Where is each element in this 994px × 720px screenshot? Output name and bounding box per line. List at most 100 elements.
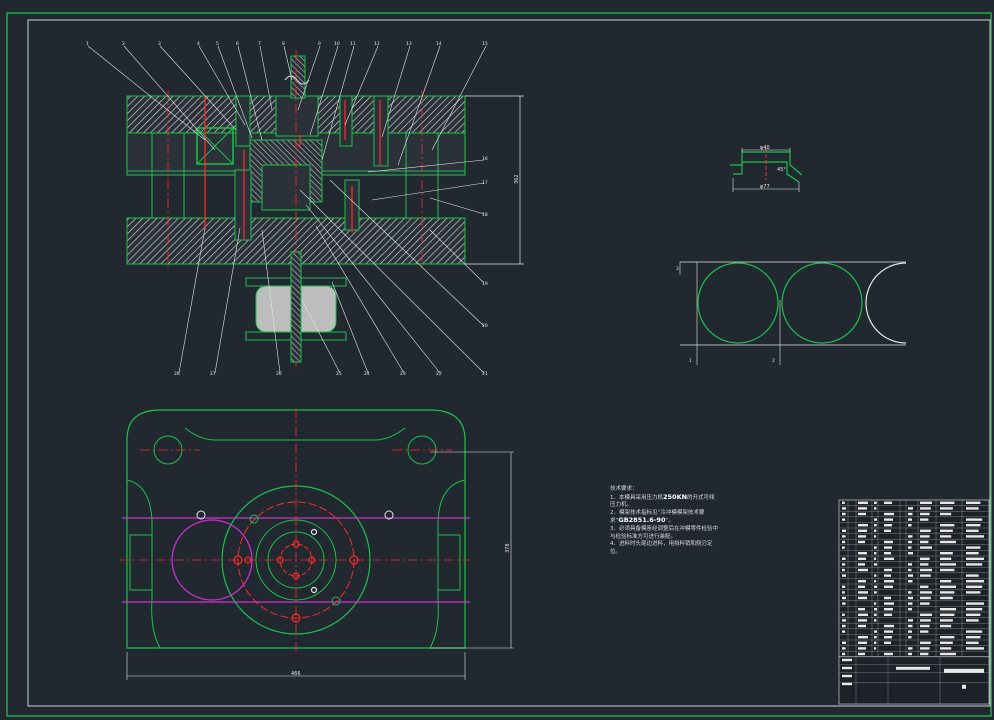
parts-list-cell	[842, 529, 846, 532]
title-block	[838, 656, 990, 705]
balloon-14: 14	[436, 41, 442, 47]
balloon-16: 16	[482, 156, 488, 162]
parts-list-cell	[908, 636, 912, 639]
parts-list-cell	[966, 524, 981, 527]
parts-list-cell	[940, 641, 953, 644]
parts-list-cell	[920, 585, 929, 588]
parts-list-cell	[908, 507, 913, 510]
parts-list-cell	[940, 591, 955, 594]
parts-list-cell	[884, 613, 892, 616]
balloon-21: 21	[482, 371, 488, 377]
parts-list-cell	[966, 591, 981, 594]
parts-list-cell	[858, 608, 865, 611]
parts-list-cell	[920, 535, 930, 538]
parts-list-cell	[908, 630, 912, 633]
parts-list-cell	[858, 501, 868, 504]
balloon-6: 6	[236, 41, 239, 47]
balloon-4: 4	[197, 41, 200, 47]
parts-list-cell	[940, 608, 956, 611]
parts-list-cell	[920, 647, 930, 650]
parts-list-cell	[966, 535, 984, 538]
parts-list-cell	[874, 641, 877, 644]
parts-list-cell	[908, 540, 912, 544]
parts-list-cell	[858, 652, 865, 656]
strip-label-2: 2	[772, 358, 775, 364]
balloon-26: 26	[276, 371, 282, 377]
balloon-2: 2	[122, 41, 125, 47]
parts-list-cell	[884, 596, 891, 600]
strip-label-3: 3	[676, 266, 679, 272]
parts-list-cell	[884, 540, 893, 544]
balloon-22: 22	[436, 371, 442, 377]
note-2-standard: GB2851.6-90	[618, 516, 666, 525]
parts-list-cell	[966, 552, 979, 555]
parts-list-cell	[842, 546, 845, 549]
part-profile: φ40 φ77 45°	[730, 145, 803, 192]
parts-list-cell	[908, 652, 912, 656]
parts-list-cell	[858, 636, 868, 639]
parts-list-cell	[920, 602, 930, 605]
parts-list-cell	[940, 568, 955, 572]
parts-list-cell	[858, 613, 868, 616]
parts-list-cell	[940, 652, 956, 656]
note-1-a: 1．本模具采用压力机	[610, 494, 663, 501]
parts-list-cell	[966, 636, 981, 639]
balloon-19: 19	[482, 281, 488, 287]
parts-list-cell	[874, 557, 877, 560]
parts-list-cell	[874, 507, 877, 510]
parts-list-cell	[920, 613, 932, 616]
parts-list-cell	[874, 501, 877, 504]
parts-list-cell	[884, 641, 891, 644]
parts-list-cell	[884, 568, 892, 572]
parts-list-cell	[940, 563, 956, 566]
parts-list-cell	[940, 529, 953, 532]
parts-list-cell	[884, 624, 894, 628]
parts-list-cell	[842, 574, 846, 577]
parts-list-cell	[940, 585, 956, 588]
part-bottom-dim: φ77	[760, 184, 770, 190]
parts-list-cell	[874, 613, 877, 616]
parts-list-cell	[920, 563, 929, 566]
parts-list-cell	[842, 518, 846, 521]
parts-list-cell	[920, 540, 929, 544]
parts-list-cell	[908, 535, 913, 538]
parts-list-cell	[842, 568, 845, 572]
parts-list-cell	[940, 552, 953, 555]
parts-list-cell	[874, 591, 877, 594]
parts-list-cell	[842, 602, 846, 605]
parts-list-cell	[858, 529, 867, 532]
parts-list-cell	[940, 647, 952, 650]
parts-list-cell	[874, 518, 877, 521]
parts-list-cell	[920, 507, 931, 510]
parts-list-cell	[842, 641, 846, 644]
parts-list-cell	[940, 512, 952, 516]
parts-list-cell	[874, 535, 877, 538]
parts-list-cell	[842, 535, 846, 538]
parts-list-cell	[940, 619, 953, 622]
balloon-7: 7	[258, 41, 261, 47]
parts-list-cell	[920, 641, 931, 644]
balloon-1: 1	[86, 41, 89, 47]
parts-list-cell	[966, 563, 983, 566]
balloon-25: 25	[336, 371, 342, 377]
parts-list-cell	[842, 557, 846, 560]
parts-list-cell	[858, 552, 867, 555]
balloon-13: 13	[406, 41, 412, 47]
cad-drawing-canvas: 3 6 2 1 2 3 4 5 6 7 8 9 10 11 12 13 14 15 …	[6, 12, 992, 717]
parts-list-cell	[920, 557, 930, 560]
parts-list-cell	[842, 591, 845, 594]
balloon-23: 23	[400, 371, 406, 377]
parts-list-cell	[920, 619, 931, 622]
balloon-9: 9	[318, 41, 321, 47]
parts-list-cell	[966, 619, 979, 622]
parts-list-cell	[966, 574, 979, 577]
parts-list-cell	[884, 524, 892, 527]
plan-height-dim: 378	[505, 543, 511, 553]
strip-layout: 1 2 3	[676, 261, 907, 365]
parts-list-cell	[858, 507, 867, 510]
parts-list-cell	[884, 602, 894, 605]
parts-list-cell	[874, 524, 877, 527]
parts-list-cell	[920, 591, 932, 594]
parts-list-cell	[908, 591, 912, 594]
parts-list-cell	[858, 641, 867, 644]
